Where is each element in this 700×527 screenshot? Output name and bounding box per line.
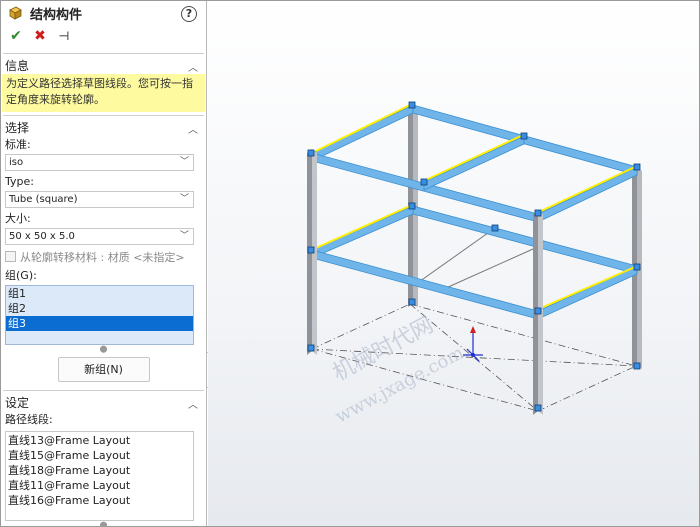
path-segments-label: 路径线段: [5, 413, 53, 426]
standard-value: iso [9, 157, 24, 168]
divider [3, 390, 204, 391]
chevron-up-icon[interactable]: ︿ [188, 59, 198, 74]
type-label: Type: [5, 175, 34, 188]
beam-highlight [540, 266, 636, 309]
beam-highlight [315, 104, 411, 152]
settings-section-header[interactable]: 设定 ︿ [1, 394, 206, 411]
path-segment-item[interactable]: 直线13@Frame Layout [6, 433, 193, 448]
action-bar: ✔ ✖ ⊣ [1, 25, 206, 47]
interior-sketch-lines [311, 205, 534, 289]
selection-section-title: 选择 [5, 121, 30, 135]
chevron-down-icon: ﹀ [179, 157, 189, 167]
path-segment-item[interactable]: 直线18@Frame Layout [6, 463, 193, 478]
beam-top-right[interactable] [537, 166, 638, 223]
group-item-3[interactable]: 组3 [6, 316, 193, 331]
beam-mid-front[interactable] [311, 249, 539, 320]
beam-highlight [540, 166, 636, 212]
selection-section-header[interactable]: 选择 ︿ [1, 119, 206, 136]
ok-icon[interactable]: ✔ [7, 27, 25, 45]
divider [3, 53, 204, 54]
chevron-up-icon[interactable]: ︿ [188, 396, 198, 411]
point-marker[interactable] [534, 307, 542, 315]
beam-highlight [427, 135, 522, 180]
path-segments-list[interactable]: 直线13@Frame Layout 直线15@Frame Layout 直线18… [5, 431, 194, 521]
groups-label: 组(G): [5, 269, 37, 282]
point-marker[interactable] [307, 246, 315, 254]
path-segment-item[interactable]: 直线11@Frame Layout [6, 478, 193, 493]
beam-mid-left[interactable] [311, 205, 414, 259]
beam-top-middle[interactable] [423, 135, 525, 191]
beam-top-left[interactable] [311, 104, 414, 162]
point-marker[interactable] [408, 101, 416, 109]
settings-section-title: 设定 [5, 396, 30, 410]
point-marker[interactable] [534, 404, 542, 412]
chevron-up-icon[interactable]: ︿ [188, 121, 198, 136]
standard-select[interactable]: iso ﹀ [5, 154, 194, 171]
divider [3, 115, 204, 116]
path-segment-item[interactable]: 直线15@Frame Layout [6, 448, 193, 463]
pin-icon[interactable]: ⊣ [55, 27, 73, 45]
info-message: 为定义路径选择草图线段。您可按一指定角度来旋转轮廓。 [2, 74, 205, 112]
beam-highlight [315, 205, 411, 249]
group-item-2[interactable]: 组2 [6, 301, 193, 316]
origin-axis-icon [463, 326, 483, 362]
point-marker[interactable] [307, 149, 315, 157]
help-icon[interactable]: ? [181, 6, 197, 22]
point-marker[interactable] [408, 202, 416, 210]
group-item-1[interactable]: 组1 [6, 286, 193, 301]
type-select[interactable]: Tube (square) ﹀ [5, 191, 194, 208]
beam-top-back[interactable] [412, 104, 638, 176]
path-segment-item[interactable]: 直线16@Frame Layout [6, 493, 193, 508]
info-section-title: 信息 [5, 59, 30, 73]
resize-grip-icon[interactable]: ⬤ [1, 345, 206, 354]
transfer-material-label: 从轮廓转移材料 : 材质 <未指定> [20, 250, 185, 264]
point-marker[interactable] [633, 263, 641, 271]
info-section-header[interactable]: 信息 ︿ [1, 57, 206, 74]
point-marker[interactable] [307, 344, 315, 352]
groups-list[interactable]: 组1 组2 组3 [5, 285, 194, 345]
beam-mid-right[interactable] [537, 265, 638, 320]
page-title: 结构构件 [30, 7, 83, 23]
size-label: 大小: [5, 212, 31, 225]
type-value: Tube (square) [9, 194, 78, 205]
point-marker[interactable] [633, 163, 641, 171]
standard-label: 标准: [5, 138, 31, 151]
point-marker[interactable] [633, 362, 641, 370]
point-marker[interactable] [491, 224, 499, 232]
point-marker[interactable] [520, 132, 528, 140]
cancel-icon[interactable]: ✖ [31, 27, 49, 45]
point-marker[interactable] [408, 298, 416, 306]
property-manager-header: 结构构件 ? [1, 1, 206, 25]
point-marker[interactable] [534, 209, 542, 217]
graphics-viewport[interactable]: 机械时代网 www.jxage.com [208, 1, 699, 526]
chevron-down-icon: ﹀ [179, 194, 189, 204]
top-level-beams[interactable] [311, 104, 638, 223]
structural-member-icon [7, 5, 23, 21]
middle-level-beams[interactable] [311, 205, 638, 320]
structural-frame-model[interactable] [208, 1, 699, 526]
size-value: 50 x 50 x 5.0 [9, 231, 75, 242]
property-manager: 结构构件 ? ✔ ✖ ⊣ 信息 ︿ 为定义路径选择草图线段。您可按一指定角度来旋… [1, 1, 207, 526]
transfer-material-checkbox-row: 从轮廓转移材料 : 材质 <未指定> [1, 248, 206, 265]
transfer-material-checkbox [5, 251, 16, 262]
size-select[interactable]: 50 x 50 x 5.0 ﹀ [5, 228, 194, 245]
point-marker[interactable] [420, 178, 428, 186]
chevron-down-icon: ﹀ [179, 231, 189, 241]
new-group-button[interactable]: 新组(N) [57, 357, 150, 382]
resize-grip-icon[interactable]: ⬤ [1, 521, 206, 526]
